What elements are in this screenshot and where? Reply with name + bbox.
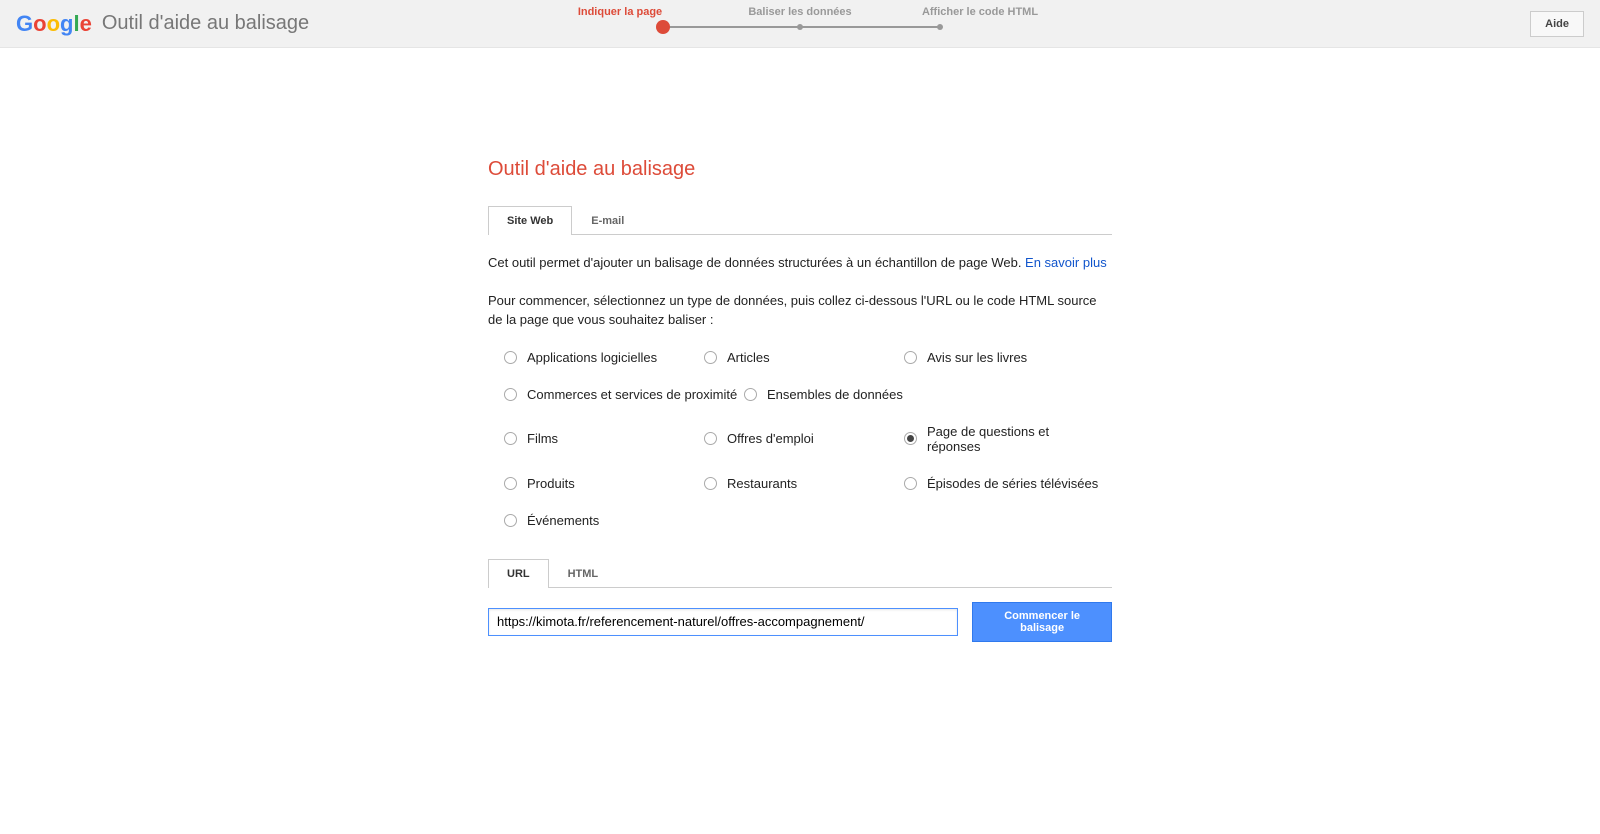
radio-label: Ensembles de données	[767, 387, 903, 402]
radio-apps[interactable]: Applications logicielles	[504, 350, 704, 365]
radio-restaurants[interactable]: Restaurants	[704, 476, 904, 491]
radio-products[interactable]: Produits	[504, 476, 704, 491]
radio-circle-icon	[504, 514, 517, 527]
radio-circle-icon	[904, 477, 917, 490]
step-label-3: Afficher le code HTML	[920, 6, 1040, 18]
radio-label: Films	[527, 431, 558, 446]
radio-label: Offres d'emploi	[727, 431, 814, 446]
tab-site-web[interactable]: Site Web	[488, 206, 572, 235]
radio-qa[interactable]: Page de questions et réponses	[904, 424, 1104, 454]
data-type-radio-group: Applications logicielles Articles Avis sur…	[504, 350, 1112, 528]
radio-circle-icon	[704, 432, 717, 445]
radio-circle-icon	[504, 388, 517, 401]
tab-email[interactable]: E-mail	[572, 206, 643, 235]
source-tabs: Site Web E-mail	[488, 205, 1112, 235]
radio-label: Page de questions et réponses	[927, 424, 1104, 454]
radio-label: Commerces et services de proximité	[527, 387, 737, 402]
radio-label: Épisodes de séries télévisées	[927, 476, 1098, 491]
page-title: Outil d'aide au balisage	[488, 158, 1112, 181]
learn-more-link[interactable]: En savoir plus	[1025, 255, 1107, 270]
radio-jobs[interactable]: Offres d'emploi	[704, 424, 904, 454]
radio-circle-icon	[504, 351, 517, 364]
radio-circle-icon	[504, 477, 517, 490]
radio-label: Restaurants	[727, 476, 797, 491]
radio-label: Produits	[527, 476, 575, 491]
radio-label: Articles	[727, 350, 770, 365]
radio-articles[interactable]: Articles	[704, 350, 904, 365]
progress-stepper: Indiquer la page Baliser les données Aff…	[560, 6, 1040, 32]
step-dot-3	[937, 24, 943, 30]
radio-circle-icon	[904, 432, 917, 445]
description-2: Pour commencer, sélectionnez un type de …	[488, 291, 1112, 330]
step-label-1: Indiquer la page	[560, 6, 680, 18]
start-tagging-button[interactable]: Commencer le balisage	[972, 602, 1112, 642]
radio-label: Applications logicielles	[527, 350, 657, 365]
step-dot-2	[797, 24, 803, 30]
step-dot-1	[656, 20, 670, 34]
main-content: Outil d'aide au balisage Site Web E-mail…	[480, 158, 1120, 642]
radio-book_reviews[interactable]: Avis sur les livres	[904, 350, 1104, 365]
radio-label: Événements	[527, 513, 599, 528]
tab-html[interactable]: HTML	[549, 559, 618, 588]
radio-films[interactable]: Films	[504, 424, 704, 454]
help-button[interactable]: Aide	[1530, 11, 1584, 37]
input-tabs: URL HTML	[488, 558, 1112, 588]
radio-events[interactable]: Événements	[504, 513, 704, 528]
radio-datasets[interactable]: Ensembles de données	[744, 387, 944, 402]
step-label-2: Baliser les données	[740, 6, 860, 18]
radio-tv[interactable]: Épisodes de séries télévisées	[904, 476, 1104, 491]
radio-circle-icon	[704, 351, 717, 364]
description-1: Cet outil permet d'ajouter un balisage d…	[488, 253, 1112, 273]
radio-label: Avis sur les livres	[927, 350, 1027, 365]
radio-circle-icon	[504, 432, 517, 445]
radio-circle-icon	[704, 477, 717, 490]
radio-local[interactable]: Commerces et services de proximité	[504, 387, 744, 402]
url-input[interactable]	[488, 608, 958, 636]
radio-circle-icon	[744, 388, 757, 401]
tab-url[interactable]: URL	[488, 559, 549, 588]
app-title: Outil d'aide au balisage	[102, 12, 309, 35]
radio-circle-icon	[904, 351, 917, 364]
header-bar: Google Outil d'aide au balisage Indiquer…	[0, 0, 1600, 48]
google-logo: Google	[16, 11, 92, 37]
